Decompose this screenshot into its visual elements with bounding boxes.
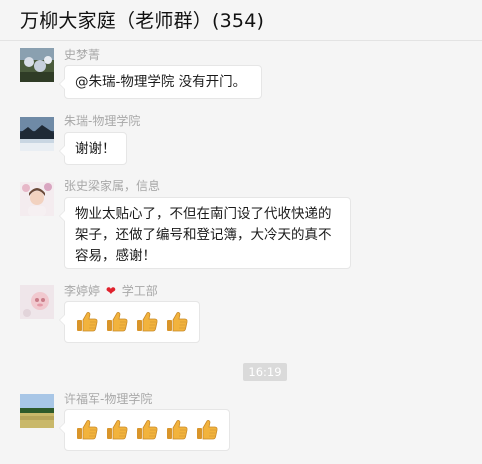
avatar[interactable] xyxy=(20,117,54,151)
sender-name-suffix: 学工部 xyxy=(121,284,158,298)
chat-header: 万柳大家庭（老师群）(354) xyxy=(0,0,482,41)
thumbs-up-icon xyxy=(77,312,98,332)
thumbs-up-icon xyxy=(77,420,98,440)
emoji-row xyxy=(75,308,189,334)
sender-name: 许福军-物理学院 xyxy=(64,392,153,406)
thumbs-up-icon xyxy=(137,312,158,332)
sender-name: 李婷婷 ❤ 学工部 xyxy=(64,282,158,299)
sender-name: 朱瑞-物理学院 xyxy=(64,114,141,128)
avatar-image xyxy=(20,48,54,82)
heart-icon: ❤ xyxy=(105,284,116,298)
avatar-image xyxy=(20,394,54,428)
thumbs-up-icon xyxy=(137,420,158,440)
message-text: 谢谢！ xyxy=(75,141,116,157)
thumbs-up-icon xyxy=(197,420,218,440)
message-text: @朱瑞-物理学院 没有开门。 xyxy=(75,74,247,90)
avatar[interactable] xyxy=(20,48,54,82)
avatar-image xyxy=(20,117,54,151)
thumbs-up-icon xyxy=(167,420,188,440)
thumbs-up-icon xyxy=(107,312,128,332)
thumbs-up-icon xyxy=(167,312,188,332)
message-bubble[interactable]: 谢谢！ xyxy=(59,132,127,165)
avatar[interactable] xyxy=(20,182,54,216)
sender-name: 史梦菁 xyxy=(64,48,101,62)
message-bubble[interactable]: 物业太贴心了，不但在南门设了代收快递的架子，还做了编号和登记簿，大冷天的真不容易… xyxy=(59,197,351,269)
message-bubble[interactable]: @朱瑞-物理学院 没有开门。 xyxy=(59,65,262,99)
sender-name: 张史梁家属，信息 xyxy=(64,179,161,193)
sender-name-text: 李婷婷 xyxy=(64,284,101,298)
avatar[interactable] xyxy=(20,394,54,428)
timestamp-badge: 16:19 xyxy=(243,363,287,381)
chat-title: 万柳大家庭（老师群）(354) xyxy=(20,10,265,32)
avatar[interactable] xyxy=(20,285,54,319)
avatar-image xyxy=(20,182,54,216)
message-bubble[interactable] xyxy=(59,301,200,343)
avatar-image xyxy=(20,285,54,319)
message-text: 物业太贴心了，不但在南门设了代收快递的架子，还做了编号和登记簿，大冷天的真不容易… xyxy=(75,206,332,264)
thumbs-up-icon xyxy=(107,420,128,440)
message-bubble[interactable] xyxy=(59,409,230,451)
emoji-row xyxy=(75,416,219,442)
